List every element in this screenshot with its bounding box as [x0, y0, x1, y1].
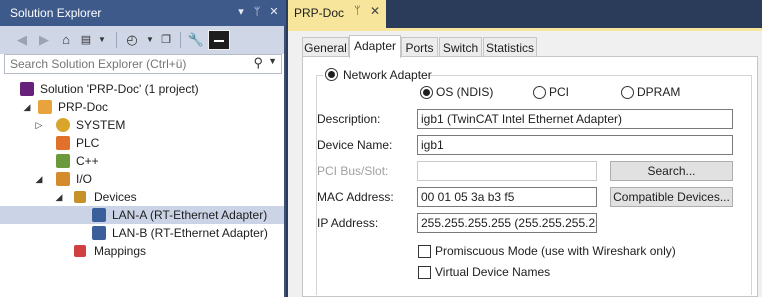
os-ndis-label: OS (NDIS) — [436, 85, 494, 99]
pin-icon[interactable]: ᛘ — [250, 5, 264, 19]
tree-node-system[interactable]: ▷ SYSTEM — [0, 116, 284, 134]
tree-node-label: Mappings — [94, 244, 147, 258]
dpram-label: DPRAM — [637, 85, 681, 99]
pci-bus-slot-field — [417, 161, 597, 181]
io-icon — [56, 172, 70, 186]
tab-adapter[interactable]: Adapter — [349, 35, 401, 58]
solution-explorer-title: Solution Explorer — [10, 6, 102, 20]
mac-address-label: MAC Address: — [317, 190, 394, 204]
expanded-arrow-icon[interactable]: ◢ — [34, 170, 44, 188]
document-area: PRP-Doc ᛘ ✕ General Adapter Ports Switch… — [288, 0, 762, 297]
device-name-field[interactable]: igb1 — [417, 135, 733, 155]
document-body: General Adapter Ports Switch Statistics … — [288, 31, 762, 297]
tree-node-lan-a[interactable]: LAN-A (RT-Ethernet Adapter) — [0, 206, 284, 224]
tree-node-solution[interactable]: Solution 'PRP-Doc' (1 project) — [0, 80, 284, 98]
os-ndis-radio[interactable] — [420, 86, 433, 99]
document-tab-title: PRP-Doc — [294, 6, 345, 20]
pci-label: PCI — [549, 85, 570, 99]
tree-node-label: LAN-A (RT-Ethernet Adapter) — [112, 208, 268, 222]
collapse-all-icon[interactable]: ❐ — [156, 30, 176, 50]
tree-node-label: PRP-Doc — [58, 100, 109, 114]
tree-node-label: LAN-B (RT-Ethernet Adapter) — [112, 226, 268, 240]
tree-node-label: C++ — [76, 154, 99, 168]
tree-node-io[interactable]: ◢ I/O — [0, 170, 284, 188]
solution-explorer-search-box[interactable]: ⚲ ▼ — [4, 54, 282, 74]
ip-address-label: IP Address: — [317, 216, 379, 230]
switch-views-dropdown-icon[interactable]: ▼ — [92, 30, 112, 50]
collapsed-arrow-icon[interactable]: ▷ — [34, 116, 44, 134]
dpram-radio[interactable] — [621, 86, 634, 99]
search-button[interactable]: Search... — [610, 161, 733, 181]
tree-node-devices[interactable]: ◢ Devices — [0, 188, 284, 206]
tab-statistics[interactable]: Statistics — [483, 37, 537, 57]
tree-node-cpp[interactable]: C++ — [0, 152, 284, 170]
adapter-tab-panel: Network Adapter OS (NDIS) PCI DPRAM Desc… — [302, 56, 758, 297]
tree-node-label: I/O — [76, 172, 93, 186]
close-tab-icon[interactable]: ✕ — [370, 4, 380, 18]
solution-explorer-title-bar: Solution Explorer ▾ ᛘ ✕ — [0, 0, 286, 26]
forward-icon[interactable]: ▶ — [34, 30, 54, 50]
promiscuous-mode-checkbox[interactable] — [418, 245, 431, 258]
ethernet-adapter-icon — [92, 208, 106, 222]
description-field[interactable]: igb1 (TwinCAT Intel Ethernet Adapter) — [417, 109, 733, 129]
expanded-arrow-icon[interactable]: ◢ — [22, 98, 32, 116]
tab-ports[interactable]: Ports — [401, 37, 438, 57]
virtual-device-names-checkbox[interactable] — [418, 266, 431, 279]
compatible-devices-button[interactable]: Compatible Devices... — [610, 187, 733, 207]
system-gear-icon — [56, 118, 70, 132]
device-name-label: Device Name: — [317, 138, 393, 152]
mappings-icon — [74, 245, 86, 257]
home-icon[interactable]: ⌂ — [56, 30, 76, 50]
tree-node-project[interactable]: ◢ PRP-Doc — [0, 98, 284, 116]
description-label: Description: — [317, 112, 381, 126]
pin-tab-icon[interactable]: ᛘ — [354, 5, 361, 17]
pci-bus-slot-label: PCI Bus/Slot: — [317, 164, 389, 178]
back-icon[interactable]: ◀ — [12, 30, 32, 50]
virtual-device-names-label: Virtual Device Names — [435, 265, 551, 279]
project-icon — [38, 100, 52, 114]
preview-bar — [214, 40, 224, 42]
tree-node-label: SYSTEM — [76, 118, 126, 132]
window-position-dropdown-icon[interactable]: ▾ — [234, 5, 248, 19]
promiscuous-mode-label: Promiscuous Mode (use with Wireshark onl… — [435, 244, 676, 258]
search-options-dropdown-icon[interactable]: ▼ — [268, 56, 277, 66]
properties-wrench-icon[interactable]: 🔧 — [186, 30, 206, 50]
network-adapter-radio[interactable] — [325, 68, 338, 81]
tree-node-label: Solution 'PRP-Doc' (1 project) — [40, 82, 199, 96]
tree-node-label: PLC — [76, 136, 100, 150]
tree-node-mappings[interactable]: Mappings — [0, 242, 284, 260]
solution-explorer-toolbar: ◀ ▶ ⌂ ▤ ▼ ◴ ▼ ❐ 🔧 — [0, 26, 284, 54]
tab-general[interactable]: General — [302, 37, 349, 57]
ip-address-field[interactable]: 255.255.255.255 (255.255.255.255) — [417, 213, 597, 233]
tab-switch[interactable]: Switch — [439, 37, 482, 57]
solution-explorer-search-input[interactable] — [7, 56, 255, 72]
pci-radio[interactable] — [533, 86, 546, 99]
tree-node-lan-b[interactable]: LAN-B (RT-Ethernet Adapter) — [0, 224, 284, 242]
document-tab-prp-doc[interactable]: PRP-Doc ᛘ ✕ — [288, 0, 386, 28]
search-icon[interactable]: ⚲ — [253, 55, 263, 71]
devices-icon — [74, 191, 86, 203]
preview-selected-items-icon[interactable] — [208, 30, 230, 50]
cpp-icon — [56, 154, 70, 168]
pending-changes-filter-icon[interactable]: ◴ — [122, 30, 142, 50]
close-icon[interactable]: ✕ — [267, 5, 281, 19]
mac-address-field[interactable]: 00 01 05 3a b3 f5 — [417, 187, 597, 207]
tree-node-plc[interactable]: PLC — [0, 134, 284, 152]
network-adapter-legend[interactable]: Network Adapter — [323, 67, 432, 83]
tree-node-label: Devices — [94, 190, 137, 204]
network-adapter-label: Network Adapter — [343, 68, 432, 82]
network-adapter-group: Network Adapter OS (NDIS) PCI DPRAM Desc… — [316, 67, 752, 295]
ethernet-adapter-icon — [92, 226, 106, 240]
toolbar-separator — [116, 32, 117, 48]
toolbar-separator — [180, 32, 181, 48]
expanded-arrow-icon[interactable]: ◢ — [54, 188, 64, 206]
solution-tree: Solution 'PRP-Doc' (1 project) ◢ PRP-Doc… — [0, 78, 284, 297]
plc-icon — [56, 136, 70, 150]
solution-explorer-panel: Solution Explorer ▾ ᛘ ✕ ◀ ▶ ⌂ ▤ ▼ ◴ ▼ ❐ … — [0, 0, 286, 297]
solution-icon — [20, 82, 34, 96]
